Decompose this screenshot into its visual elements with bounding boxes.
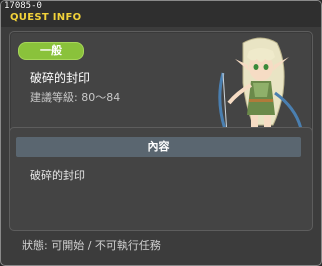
content-header: 內容: [16, 137, 301, 157]
recommended-level: 建議等級: 80～84: [30, 91, 121, 104]
quest-category-badge: 一般: [18, 42, 84, 60]
window-title: QUEST INFO: [10, 12, 82, 23]
content-text: 破碎的封印: [30, 169, 85, 182]
quest-info-window: 17085-0 QUEST INFO 一般 破碎的封印 建議等級: 80～84: [0, 0, 322, 266]
quest-id: 17085-0: [4, 1, 42, 11]
quest-name: 破碎的封印: [30, 71, 91, 85]
quest-status: 狀態: 可開始 / 不可執行任務: [22, 239, 161, 252]
title-bar[interactable]: 17085-0 QUEST INFO: [1, 1, 321, 27]
